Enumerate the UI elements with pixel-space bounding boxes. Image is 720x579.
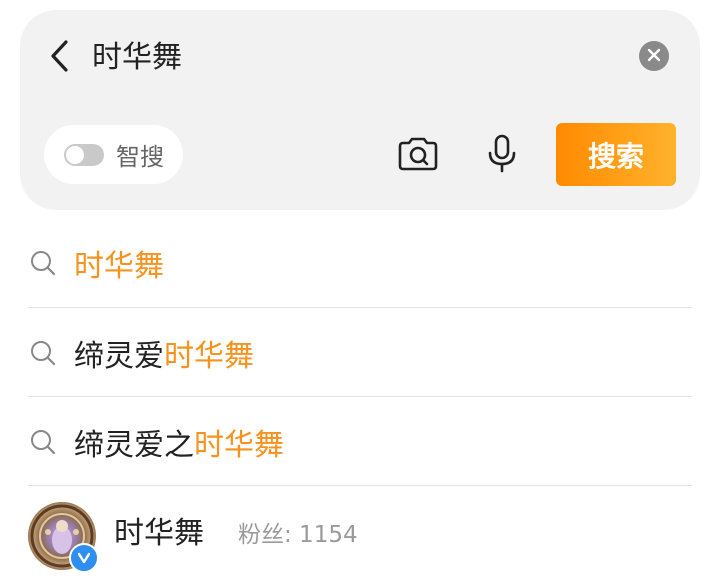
clear-button[interactable] xyxy=(639,41,669,71)
verified-check-icon xyxy=(77,549,91,568)
suggestion-item[interactable]: 缔灵爱之时华舞 xyxy=(28,397,692,486)
suggestion-prefix: 缔灵爱 xyxy=(74,338,164,374)
suggestion-text: 缔灵爱时华舞 xyxy=(74,331,254,375)
search-icon xyxy=(28,248,58,278)
search-button[interactable]: 搜索 xyxy=(556,123,676,186)
toggle-switch xyxy=(64,143,104,166)
toggle-knob xyxy=(66,145,84,164)
microphone-icon xyxy=(487,134,517,178)
follower-count: 粉丝: 1154 xyxy=(238,522,358,548)
suggestion-highlight: 时华舞 xyxy=(74,248,164,284)
verified-badge xyxy=(69,543,99,573)
camera-icon xyxy=(397,136,439,176)
search-page: 时华舞 智搜 搜索 时华舞 缔灵爱时华舞 缔灵爱之时华舞 时华舞 粉丝: 115… xyxy=(0,0,720,579)
smart-search-toggle[interactable]: 智搜 xyxy=(44,125,183,184)
suggestion-highlight: 时华舞 xyxy=(194,427,284,463)
search-icon xyxy=(28,427,58,457)
search-icon xyxy=(28,338,58,368)
search-input[interactable]: 时华舞 xyxy=(92,36,182,80)
close-icon xyxy=(647,47,661,66)
search-bar-card: 时华舞 智搜 搜索 xyxy=(20,10,700,210)
suggestion-text: 缔灵爱之时华舞 xyxy=(74,420,284,464)
camera-search-button[interactable] xyxy=(396,134,440,178)
back-button[interactable] xyxy=(42,38,76,78)
user-name: 时华舞 xyxy=(114,516,204,551)
voice-search-button[interactable] xyxy=(482,132,522,180)
smart-search-label: 智搜 xyxy=(116,143,164,171)
chevron-left-icon xyxy=(48,39,70,77)
suggestion-text: 时华舞 xyxy=(74,241,164,285)
suggestion-highlight: 时华舞 xyxy=(164,338,254,374)
user-result-item[interactable]: 时华舞 粉丝: 1154 xyxy=(28,486,692,579)
suggestion-item[interactable]: 时华舞 xyxy=(28,218,692,307)
suggestion-item[interactable]: 缔灵爱时华舞 xyxy=(28,308,692,397)
suggestion-prefix: 缔灵爱之 xyxy=(74,427,194,463)
